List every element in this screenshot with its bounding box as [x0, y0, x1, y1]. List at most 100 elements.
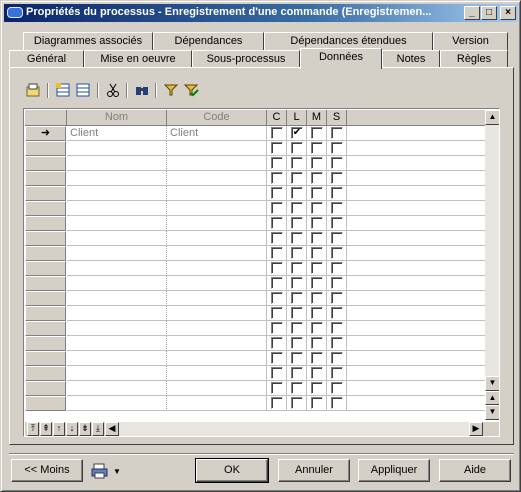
- cell-code[interactable]: [167, 276, 267, 291]
- checkbox-m[interactable]: [311, 157, 323, 169]
- cell-code[interactable]: [167, 351, 267, 366]
- checkbox-l[interactable]: [291, 307, 303, 319]
- checkbox-s[interactable]: [331, 202, 343, 214]
- cell-code[interactable]: [167, 396, 267, 411]
- checkbox-l[interactable]: [291, 217, 303, 229]
- checkbox-m[interactable]: [311, 247, 323, 259]
- row-header[interactable]: [25, 396, 66, 411]
- checkbox-s[interactable]: [331, 367, 343, 379]
- checkbox-l[interactable]: [291, 292, 303, 304]
- checkbox-c[interactable]: [271, 262, 283, 274]
- checkbox-m[interactable]: [311, 352, 323, 364]
- checkbox-m[interactable]: [311, 397, 323, 409]
- tab-notes[interactable]: Notes: [382, 50, 440, 68]
- checkbox-m[interactable]: [311, 232, 323, 244]
- tab-diagrammes-associes[interactable]: Diagrammes associés: [23, 32, 153, 50]
- checkbox-m[interactable]: [311, 202, 323, 214]
- row-header[interactable]: [25, 186, 66, 201]
- tab-sous-processus[interactable]: Sous-processus: [192, 50, 300, 68]
- checkbox-c[interactable]: [271, 217, 283, 229]
- scroll-right-button[interactable]: ▶: [469, 422, 483, 436]
- checkbox-s[interactable]: [331, 382, 343, 394]
- checkbox-l[interactable]: [291, 172, 303, 184]
- column-header-code[interactable]: Code: [167, 110, 267, 126]
- cell-code[interactable]: [167, 216, 267, 231]
- checkbox-c[interactable]: [271, 127, 283, 139]
- column-header-m[interactable]: M: [307, 110, 327, 126]
- checkbox-c[interactable]: [271, 142, 283, 154]
- row-header[interactable]: [25, 291, 66, 306]
- checkbox-m[interactable]: [311, 307, 323, 319]
- checkbox-s[interactable]: [331, 142, 343, 154]
- cell-code[interactable]: [167, 246, 267, 261]
- move-up-icon[interactable]: ↑: [53, 422, 65, 436]
- tab-version[interactable]: Version: [433, 32, 508, 50]
- row-header[interactable]: [25, 351, 66, 366]
- checkbox-m[interactable]: [311, 382, 323, 394]
- print-menu[interactable]: ▼: [91, 461, 123, 481]
- row-header[interactable]: [25, 336, 66, 351]
- checkbox-l[interactable]: [291, 157, 303, 169]
- horizontal-scrollbar[interactable]: [119, 422, 469, 436]
- apply-button[interactable]: Appliquer: [358, 459, 430, 482]
- cell-code[interactable]: [167, 261, 267, 276]
- checkbox-c[interactable]: [271, 232, 283, 244]
- row-header[interactable]: [25, 141, 66, 156]
- checkbox-c[interactable]: [271, 337, 283, 349]
- checkbox-m[interactable]: [311, 337, 323, 349]
- cell-nom[interactable]: [67, 246, 167, 261]
- checkbox-s[interactable]: [331, 187, 343, 199]
- properties-icon[interactable]: [24, 81, 42, 99]
- cell-nom[interactable]: Client: [67, 126, 167, 141]
- checkbox-c[interactable]: [271, 352, 283, 364]
- cut-icon[interactable]: [104, 81, 122, 99]
- less-button[interactable]: << Moins: [11, 459, 83, 482]
- checkbox-l[interactable]: [291, 337, 303, 349]
- cell-code[interactable]: [167, 321, 267, 336]
- checkbox-s[interactable]: [331, 307, 343, 319]
- checkbox-l[interactable]: [291, 247, 303, 259]
- cell-code[interactable]: [167, 366, 267, 381]
- row-header[interactable]: [25, 156, 66, 171]
- checkbox-m[interactable]: [311, 367, 323, 379]
- tab-dependances[interactable]: Dépendances: [153, 32, 264, 50]
- move-top-icon[interactable]: ⤒: [27, 422, 39, 436]
- checkbox-l[interactable]: [291, 277, 303, 289]
- scroll-page-down-button[interactable]: ▼: [485, 405, 499, 420]
- column-header-nom[interactable]: Nom: [67, 110, 167, 126]
- cell-nom[interactable]: [67, 351, 167, 366]
- checkbox-l[interactable]: [291, 397, 303, 409]
- cell-code[interactable]: [167, 291, 267, 306]
- row-header[interactable]: [25, 201, 66, 216]
- checkbox-s[interactable]: [331, 277, 343, 289]
- checkbox-l[interactable]: ✔: [291, 127, 303, 139]
- cell-nom[interactable]: [67, 336, 167, 351]
- checkbox-s[interactable]: [331, 262, 343, 274]
- checkbox-c[interactable]: [271, 292, 283, 304]
- checkbox-m[interactable]: [311, 142, 323, 154]
- cell-code[interactable]: [167, 186, 267, 201]
- checkbox-s[interactable]: [331, 247, 343, 259]
- checkbox-s[interactable]: [331, 232, 343, 244]
- cell-code[interactable]: [167, 306, 267, 321]
- cell-nom[interactable]: [67, 171, 167, 186]
- cancel-button[interactable]: Annuler: [278, 459, 350, 482]
- close-button[interactable]: ×: [500, 6, 516, 20]
- column-header-l[interactable]: L: [287, 110, 307, 126]
- row-header[interactable]: [25, 381, 66, 396]
- checkbox-s[interactable]: [331, 352, 343, 364]
- cell-nom[interactable]: [67, 231, 167, 246]
- move-page-up-icon[interactable]: ⇞: [40, 422, 52, 436]
- checkbox-m[interactable]: [311, 262, 323, 274]
- cell-nom[interactable]: [67, 366, 167, 381]
- checkbox-l[interactable]: [291, 367, 303, 379]
- checkbox-m[interactable]: [311, 217, 323, 229]
- checkbox-c[interactable]: [271, 157, 283, 169]
- checkbox-l[interactable]: [291, 142, 303, 154]
- cell-nom[interactable]: [67, 276, 167, 291]
- checkbox-s[interactable]: [331, 217, 343, 229]
- scroll-page-up-button[interactable]: ▲: [485, 391, 499, 405]
- checkbox-s[interactable]: [331, 397, 343, 409]
- checkbox-s[interactable]: [331, 322, 343, 334]
- checkbox-l[interactable]: [291, 322, 303, 334]
